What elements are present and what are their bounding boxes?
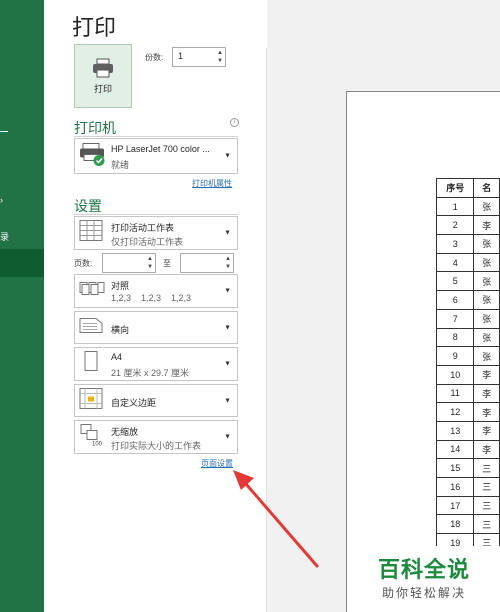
watermark-title: 百科全说 (378, 557, 471, 582)
watermark-logo: 百科全说 助你轻松解决 (366, 546, 500, 612)
watermark-subtitle: 助你轻松解决 (382, 586, 467, 600)
red-arrow-annotation (233, 470, 319, 568)
